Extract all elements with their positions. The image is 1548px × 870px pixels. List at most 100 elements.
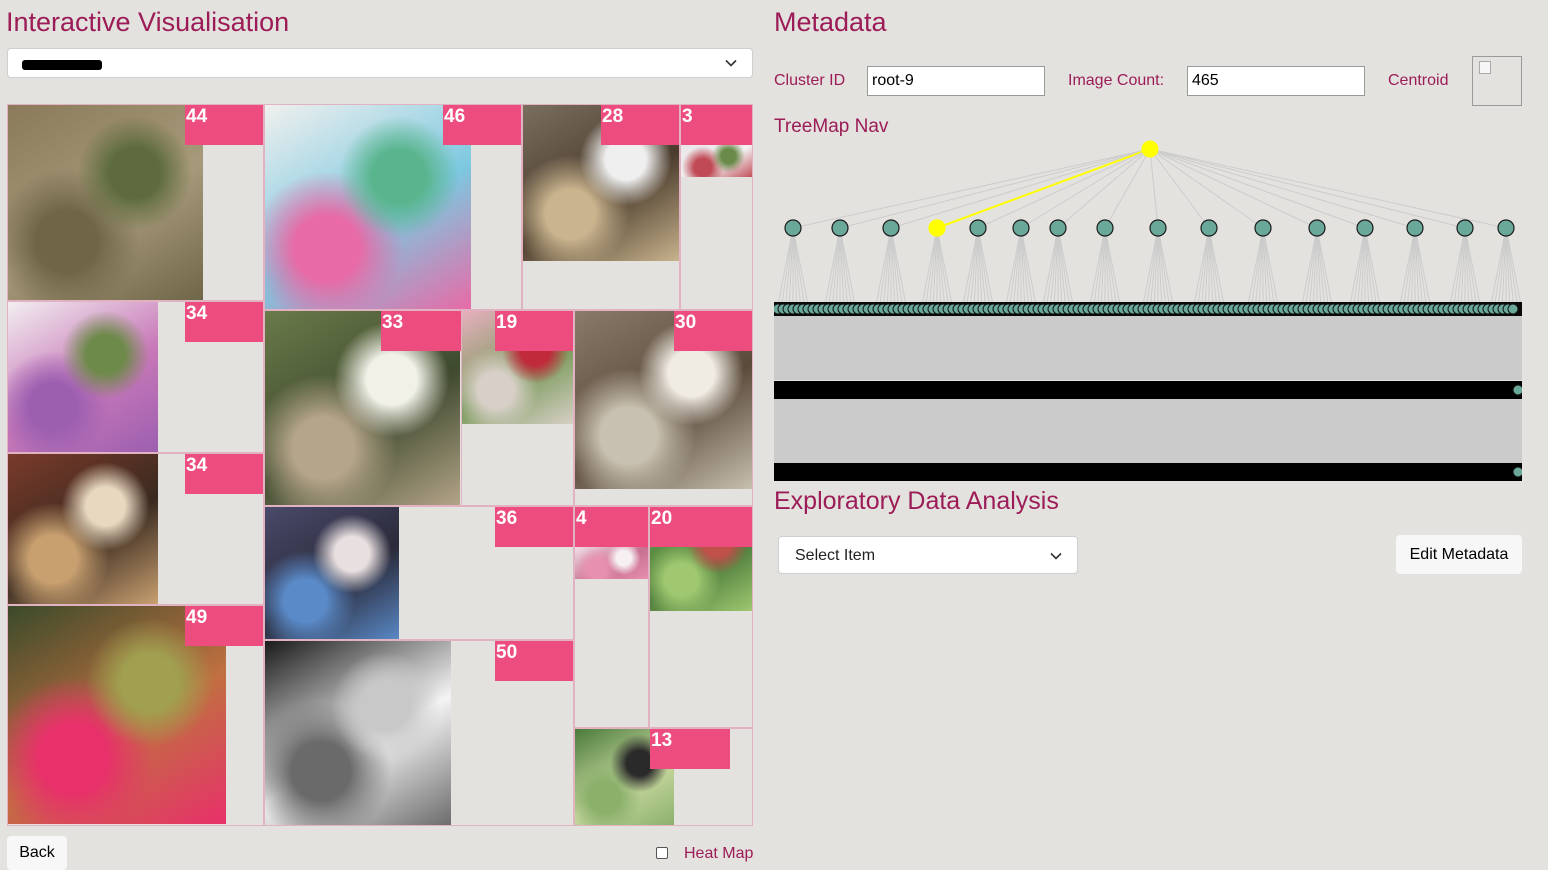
- cluster-tile[interactable]: 4: [574, 506, 649, 728]
- centroid-image: [1472, 56, 1522, 106]
- redacted-value: [22, 60, 102, 70]
- cluster-tile[interactable]: 46: [264, 104, 522, 310]
- tree-node[interactable]: [1149, 219, 1167, 237]
- tree-edge: [1505, 227, 1515, 309]
- tree-edge: [1104, 227, 1114, 309]
- tree-edge: [792, 227, 802, 309]
- cluster-tile[interactable]: 44: [7, 104, 264, 301]
- cluster-count-badge: 20: [650, 507, 752, 547]
- tree-band: [774, 381, 1522, 399]
- tree-node[interactable]: [1512, 466, 1522, 478]
- cluster-count-badge: 4: [575, 507, 648, 547]
- cluster-count-badge: 36: [495, 507, 573, 547]
- edit-metadata-button[interactable]: Edit Metadata: [1396, 535, 1522, 574]
- tree-edge: [1364, 227, 1374, 309]
- cluster-tile[interactable]: 13: [574, 728, 753, 826]
- tree-edge: [1149, 148, 1264, 229]
- tree-node[interactable]: [1096, 219, 1114, 237]
- tree-band: [774, 314, 1522, 380]
- tree-edge: [1262, 227, 1272, 309]
- treemap-nav-tree[interactable]: [774, 140, 1522, 482]
- tree-edge: [1157, 227, 1167, 309]
- tree-node[interactable]: [1012, 219, 1030, 237]
- tree-edge: [1200, 227, 1210, 309]
- metadata-title: Metadata: [774, 7, 887, 37]
- tree-edge: [1208, 227, 1218, 309]
- tree-edge: [1254, 227, 1264, 309]
- tree-node[interactable]: [1456, 219, 1474, 237]
- cluster-tile[interactable]: 3: [680, 104, 753, 310]
- tree-node[interactable]: [1200, 219, 1218, 237]
- tree-edge: [890, 148, 1151, 229]
- tree-node[interactable]: [882, 219, 900, 237]
- tree-node[interactable]: [1497, 219, 1515, 237]
- page-title: Interactive Visualisation: [6, 7, 290, 37]
- cluster-tile[interactable]: 20: [649, 506, 753, 728]
- tree-node[interactable]: [928, 219, 946, 237]
- tree-edge: [1149, 148, 1416, 229]
- tree-edge: [1020, 148, 1151, 229]
- tree-edge: [890, 227, 900, 309]
- tree-edge: [1057, 227, 1067, 309]
- image-count-field[interactable]: [1187, 66, 1365, 96]
- treemap-nav-label: TreeMap Nav: [774, 116, 889, 137]
- cluster-tile[interactable]: 34: [7, 453, 264, 605]
- tree-node[interactable]: [1049, 219, 1067, 237]
- cluster-tile[interactable]: 30: [574, 310, 753, 506]
- cluster-tile[interactable]: 49: [7, 605, 264, 826]
- cluster-thumbnail: [265, 507, 399, 639]
- tree-edge: [969, 227, 979, 309]
- cluster-count-badge: 34: [185, 302, 263, 342]
- tree-node[interactable]: [1254, 219, 1272, 237]
- cluster-tile[interactable]: 36: [264, 506, 574, 640]
- tree-edge: [1497, 227, 1507, 309]
- tree-edge: [1149, 148, 1507, 229]
- tree-node[interactable]: [831, 219, 849, 237]
- tree-edge: [1096, 227, 1106, 309]
- cluster-tile[interactable]: 28: [522, 104, 680, 310]
- tree-node[interactable]: [1356, 219, 1374, 237]
- heatmap-checkbox[interactable]: [656, 847, 668, 859]
- cluster-tile[interactable]: 19: [461, 310, 574, 506]
- cluster-tile[interactable]: 34: [7, 301, 264, 453]
- tree-band: [774, 463, 1522, 481]
- tree-node[interactable]: [1507, 303, 1519, 315]
- tree-node[interactable]: [1406, 219, 1424, 237]
- eda-item-select[interactable]: Select Item: [778, 536, 1078, 574]
- tree-edge: [1414, 227, 1424, 309]
- cluster-count-badge: 30: [674, 311, 752, 351]
- dataset-select[interactable]: [7, 48, 753, 78]
- cluster-count-badge: 13: [650, 729, 730, 769]
- tree-node[interactable]: [1308, 219, 1326, 237]
- cluster-thumbnail: [8, 302, 158, 452]
- tree-edge: [1464, 227, 1474, 309]
- cluster-id-label: Cluster ID: [774, 72, 846, 89]
- eda-select-text: Select Item: [795, 547, 876, 564]
- chevron-down-icon: [725, 59, 737, 67]
- tree-edge: [1308, 227, 1318, 309]
- tree-node[interactable]: [1512, 384, 1522, 396]
- tree-edge: [1149, 148, 1159, 229]
- tree-edge: [1020, 227, 1030, 309]
- heatmap-label: Heat Map: [684, 845, 754, 862]
- cluster-id-field[interactable]: [867, 66, 1045, 96]
- tree-edge: [1149, 227, 1159, 309]
- tree-edge: [1149, 148, 1366, 229]
- tree-edge: [831, 227, 841, 309]
- back-button[interactable]: Back: [7, 836, 67, 870]
- tree-edge: [1406, 227, 1416, 309]
- tree-edge: [1149, 148, 1466, 229]
- tree-edge: [1149, 148, 1210, 229]
- tree-node[interactable]: [784, 219, 802, 237]
- tree-root-node[interactable]: [1141, 140, 1159, 158]
- tree-edge: [784, 227, 794, 309]
- image-count-label: Image Count:: [1068, 72, 1165, 89]
- tree-edge: [1149, 148, 1318, 229]
- tree-node[interactable]: [969, 219, 987, 237]
- cluster-thumbnail: [681, 145, 752, 177]
- tree-edge: [977, 148, 1151, 229]
- tree-edge: [928, 227, 938, 309]
- cluster-thumbnail: [8, 454, 158, 604]
- cluster-count-badge: 3: [681, 105, 752, 145]
- cluster-tile[interactable]: 50: [264, 640, 574, 826]
